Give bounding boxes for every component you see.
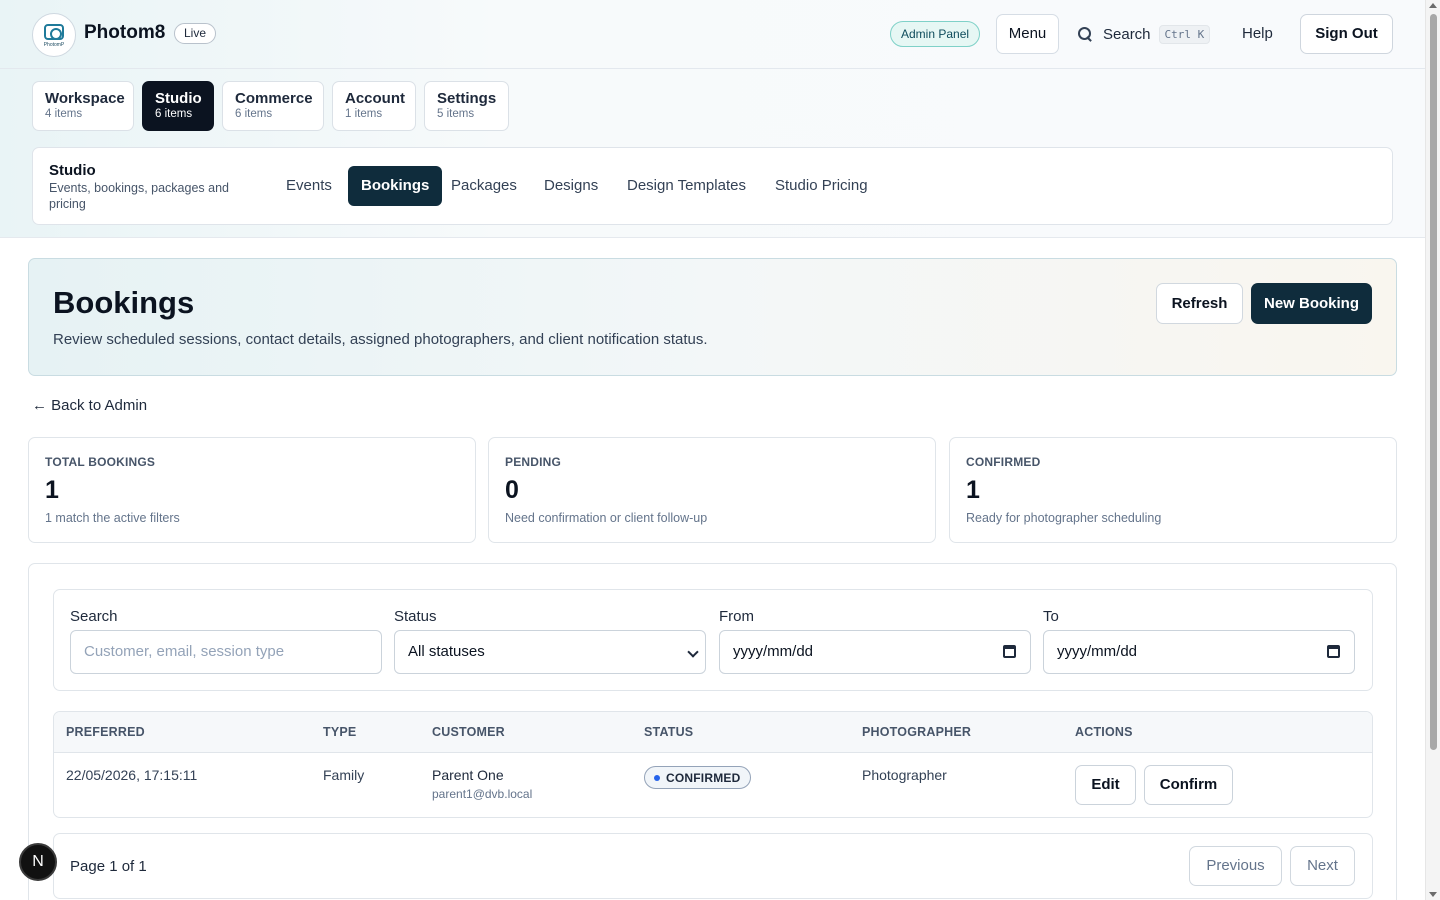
pagination: Page 1 of 1 Previous Next (53, 833, 1373, 899)
brand-name[interactable]: Photom8 (84, 22, 165, 44)
page-hero: Bookings Review scheduled sessions, cont… (28, 258, 1397, 376)
status-dot-icon (654, 774, 660, 781)
column-header: CUSTOMER (432, 725, 505, 739)
page-title: Bookings (53, 285, 195, 320)
chevron-down-icon (687, 646, 699, 658)
edit-button[interactable]: Edit (1075, 765, 1136, 805)
help-link[interactable]: Help (1242, 25, 1273, 42)
from-date-value: yyyy/mm/dd (733, 643, 814, 660)
category-tab-settings[interactable]: Settings 5 items (424, 81, 509, 131)
category-tab-count: 1 items (345, 108, 383, 120)
search-input[interactable]: Customer, email, session type (70, 630, 382, 674)
to-field-label: To (1043, 608, 1059, 625)
scroll-up-arrow-icon[interactable] (1429, 3, 1437, 8)
scrollbar-thumb[interactable] (1430, 14, 1437, 750)
stat-label: TOTAL BOOKINGS (45, 455, 156, 469)
status-badge: CONFIRMED (644, 766, 752, 789)
bookings-panel: Search Customer, email, session type Sta… (28, 563, 1397, 900)
sign-out-button[interactable]: Sign Out (1300, 14, 1393, 54)
stat-subtext: Ready for photographer scheduling (966, 511, 1162, 525)
category-tab-workspace[interactable]: Workspace 4 items (32, 81, 134, 131)
category-tab-label: Commerce (235, 90, 313, 107)
category-tab-label: Workspace (45, 90, 125, 107)
category-tab-studio[interactable]: Studio 6 items (142, 81, 214, 131)
status-field-label: Status (394, 608, 437, 625)
customer-email: parent1@dvb.local (432, 787, 533, 801)
stat-card-total: TOTAL BOOKINGS 1 1 match the active filt… (28, 437, 476, 543)
to-date-input[interactable]: yyyy/mm/dd (1043, 630, 1355, 674)
category-tab-count: 6 items (235, 108, 273, 120)
from-date-input[interactable]: yyyy/mm/dd (719, 630, 1031, 674)
subnav-link-design-templates[interactable]: Design Templates (614, 166, 759, 206)
photographer-cell: Photographer (862, 767, 947, 783)
column-header: STATUS (644, 725, 694, 739)
page-description: Review scheduled sessions, contact detai… (53, 331, 708, 348)
stat-value: 0 (505, 476, 519, 504)
search-shortcut: Ctrl K (1158, 24, 1211, 44)
studio-subnav: Studio Events, bookings, packages and pr… (32, 147, 1393, 225)
next-button[interactable]: Next (1290, 846, 1355, 886)
subnav-link-events[interactable]: Events (273, 166, 345, 206)
column-header: PREFERRED (66, 725, 145, 739)
category-tab-label: Studio (155, 90, 202, 107)
app-header: PhotomP Photom8 Live Admin Panel Menu Se… (0, 0, 1425, 69)
column-header: TYPE (323, 725, 357, 739)
category-tab-account[interactable]: Account 1 items (332, 81, 416, 131)
calendar-icon[interactable] (1327, 645, 1340, 658)
table-header: PREFERRED TYPE CUSTOMER STATUS PHOTOGRAP… (54, 712, 1372, 753)
previous-button[interactable]: Previous (1189, 846, 1282, 886)
search-button[interactable]: Search Ctrl K (1078, 22, 1211, 46)
refresh-button[interactable]: Refresh (1156, 283, 1243, 324)
dev-tools-badge[interactable]: N (19, 843, 57, 881)
new-booking-button[interactable]: New Booking (1251, 283, 1372, 324)
column-header: PHOTOGRAPHER (862, 725, 972, 739)
status-select[interactable]: All statuses (394, 630, 706, 674)
category-tab-count: 5 items (437, 108, 475, 120)
stat-label: CONFIRMED (966, 455, 1041, 469)
category-tab-count: 4 items (45, 108, 83, 120)
to-date-value: yyyy/mm/dd (1057, 643, 1138, 660)
camera-icon (44, 24, 64, 40)
stat-card-pending: PENDING 0 Need confirmation or client fo… (488, 437, 936, 543)
subnav-link-studio-pricing[interactable]: Studio Pricing (762, 166, 881, 206)
logo-text: PhotomP (43, 42, 65, 48)
stat-card-confirmed: CONFIRMED 1 Ready for photographer sched… (949, 437, 1397, 543)
stat-label: PENDING (505, 455, 562, 469)
menu-button[interactable]: Menu (996, 14, 1059, 54)
app-logo[interactable]: PhotomP (32, 13, 76, 57)
stat-value: 1 (45, 476, 59, 504)
stat-subtext: Need confirmation or client follow-up (505, 511, 708, 525)
calendar-icon[interactable] (1003, 645, 1016, 658)
status-text: CONFIRMED (666, 770, 741, 785)
customer-name: Parent One (432, 767, 504, 783)
type-cell: Family (323, 767, 365, 783)
search-field-label: Search (70, 608, 118, 625)
column-header: ACTIONS (1075, 725, 1133, 739)
subnav-link-designs[interactable]: Designs (531, 166, 611, 206)
page-scrollbar[interactable] (1425, 0, 1440, 900)
page-indicator: Page 1 of 1 (70, 858, 147, 875)
status-select-value: All statuses (408, 643, 485, 660)
stat-subtext: 1 match the active filters (45, 511, 180, 525)
subnav-description: Events, bookings, packages and pricing (49, 181, 229, 211)
subnav-title: Studio (49, 162, 96, 179)
scroll-down-arrow-icon[interactable] (1429, 892, 1437, 897)
back-to-admin-link[interactable]: ← Back to Admin (32, 397, 147, 414)
filters-card: Search Customer, email, session type Sta… (53, 589, 1373, 691)
category-tab-count: 6 items (155, 108, 193, 120)
preferred-cell: 22/05/2026, 17:15:11 (66, 767, 198, 783)
from-field-label: From (719, 608, 754, 625)
stat-value: 1 (966, 476, 980, 504)
category-tab-label: Settings (437, 90, 497, 107)
category-tab-label: Account (345, 90, 405, 107)
search-label: Search (1103, 25, 1151, 43)
admin-panel-badge: Admin Panel (890, 21, 981, 47)
live-badge: Live (174, 23, 217, 44)
category-tab-commerce[interactable]: Commerce 6 items (222, 81, 324, 131)
subnav-link-packages[interactable]: Packages (438, 166, 530, 206)
subnav-link-bookings[interactable]: Bookings (348, 166, 443, 206)
bookings-table: PREFERRED TYPE CUSTOMER STATUS PHOTOGRAP… (53, 711, 1373, 818)
search-icon (1078, 26, 1093, 42)
confirm-button[interactable]: Confirm (1144, 765, 1233, 805)
